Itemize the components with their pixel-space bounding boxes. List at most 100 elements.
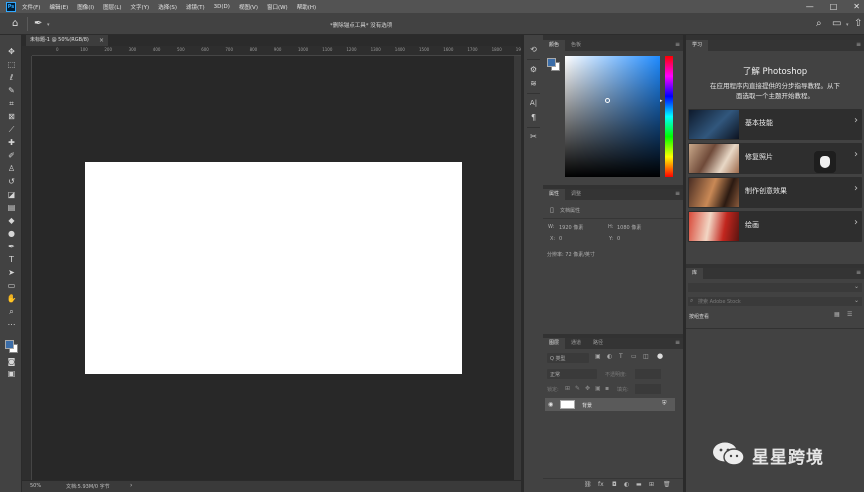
tab-swatches[interactable]: 色板: [565, 40, 587, 51]
hue-slider[interactable]: [665, 56, 673, 177]
menu-window[interactable]: 窗口(W): [267, 3, 288, 11]
filter-adjustment-icon[interactable]: ◐: [607, 353, 612, 360]
screen-mode-icon[interactable]: ▣: [6, 369, 17, 379]
layer-row[interactable]: ◉ 背景 ⛨: [545, 398, 675, 411]
brushes-icon[interactable]: ≋: [528, 79, 539, 88]
chevron-right-icon[interactable]: ›: [130, 482, 132, 489]
tab-properties[interactable]: 属性: [543, 189, 566, 200]
color-picker-handle[interactable]: [605, 98, 610, 103]
gradient-tool-icon[interactable]: ▤: [6, 203, 17, 213]
library-dropdown[interactable]: ⌄: [688, 283, 862, 292]
blend-mode-dropdown[interactable]: 正常: [547, 369, 597, 379]
grid-view-icon[interactable]: ▦: [834, 311, 840, 318]
fx-icon[interactable]: fx: [598, 481, 604, 488]
menu-select[interactable]: 选择(S): [158, 3, 177, 11]
fill-input[interactable]: [635, 384, 661, 394]
color-field[interactable]: [565, 56, 660, 177]
filter-shape-icon[interactable]: ▭: [631, 353, 637, 360]
document-tab[interactable]: 未标题-1 @ 50%(RGB/8) ×: [26, 35, 108, 46]
photoshop-logo-icon[interactable]: Ps: [6, 1, 16, 12]
brush-tool-icon[interactable]: ✐: [6, 151, 17, 161]
crop-tool-icon[interactable]: ⌗: [6, 99, 17, 109]
lock-position-icon[interactable]: ✥: [585, 385, 590, 392]
hand-tool-icon[interactable]: ✋: [6, 294, 17, 304]
delete-anchor-tool-icon[interactable]: ✒: [34, 18, 42, 29]
document-info[interactable]: 文档:5.93M/0 字节: [66, 483, 110, 490]
minimize-icon[interactable]: —: [806, 2, 814, 11]
menu-type[interactable]: 文字(Y): [131, 3, 150, 11]
paragraph-icon[interactable]: ¶: [528, 113, 539, 122]
marquee-tool-icon[interactable]: ⬚: [6, 60, 17, 70]
vertical-scrollbar[interactable]: [514, 56, 521, 480]
history-brush-tool-icon[interactable]: ↺: [6, 177, 17, 187]
brush-settings-icon[interactable]: ⚙: [528, 65, 539, 74]
menu-layer[interactable]: 图层(L): [103, 3, 121, 11]
menu-3d[interactable]: 3D(D): [214, 4, 230, 10]
menu-file[interactable]: 文件(F): [22, 3, 40, 11]
new-layer-icon[interactable]: ⊞: [649, 481, 654, 488]
maximize-icon[interactable]: □: [830, 2, 838, 11]
link-layers-icon[interactable]: ⛓: [584, 481, 592, 488]
dodge-tool-icon[interactable]: ●: [6, 229, 17, 239]
lasso-tool-icon[interactable]: ℓ: [6, 73, 17, 83]
opacity-input[interactable]: [635, 369, 661, 379]
learn-item-basic-skills[interactable]: 基本技能 ›: [688, 109, 862, 140]
blur-tool-icon[interactable]: ◆: [6, 216, 17, 226]
panel-menu-icon[interactable]: ≡: [856, 41, 861, 48]
eye-icon[interactable]: ◉: [548, 401, 553, 408]
shape-tool-icon[interactable]: ▭: [6, 281, 17, 291]
document-canvas[interactable]: [85, 162, 462, 374]
list-view-icon[interactable]: ☰: [847, 311, 852, 318]
lock-artboard-icon[interactable]: ▣: [595, 385, 601, 392]
x-value[interactable]: 0: [559, 236, 562, 242]
eyedropper-tool-icon[interactable]: ⟋: [6, 125, 17, 135]
panel-menu-icon[interactable]: ≡: [675, 339, 680, 346]
eraser-tool-icon[interactable]: ◪: [6, 190, 17, 200]
tab-learn[interactable]: 学习: [686, 40, 709, 51]
learn-item-painting[interactable]: 绘画 ›: [688, 211, 862, 242]
frame-tool-icon[interactable]: ⊠: [6, 112, 17, 122]
adjustment-layer-icon[interactable]: ◐: [624, 481, 629, 488]
tab-adjustments[interactable]: 调整: [565, 189, 587, 200]
filter-smart-object-icon[interactable]: ◫: [643, 353, 649, 360]
library-view-filter[interactable]: 按组查看: [689, 313, 709, 320]
search-icon[interactable]: ⌕: [816, 18, 822, 29]
move-tool-icon[interactable]: ✥: [6, 47, 17, 57]
filter-toggle-icon[interactable]: ●: [657, 352, 663, 360]
type-tool-icon[interactable]: T: [6, 255, 17, 265]
layer-filter-dropdown[interactable]: Q 类型: [547, 353, 589, 363]
tab-layers[interactable]: 图层: [543, 338, 566, 349]
panel-menu-icon[interactable]: ≡: [675, 190, 680, 197]
foreground-color-swatch[interactable]: [547, 58, 556, 67]
width-value[interactable]: 1920 像素: [559, 224, 583, 231]
tab-paths[interactable]: 路径: [587, 338, 609, 349]
clone-stamp-tool-icon[interactable]: ♙: [6, 164, 17, 174]
zoom-tool-icon[interactable]: ⌕: [6, 307, 17, 317]
panel-menu-icon[interactable]: ≡: [856, 269, 861, 276]
chevron-down-icon[interactable]: ▾: [47, 22, 50, 28]
hover-cursor-button[interactable]: [814, 151, 836, 173]
chevron-down-icon[interactable]: ▾: [846, 22, 849, 28]
layer-name[interactable]: 背景: [582, 402, 592, 409]
menu-filter[interactable]: 滤镜(T): [186, 3, 205, 11]
lock-icon[interactable]: ⛨: [662, 400, 667, 408]
hue-slider-handle[interactable]: ▸: [660, 98, 663, 104]
lock-all-icon[interactable]: ▪: [605, 385, 609, 392]
panel-menu-icon[interactable]: ≡: [675, 41, 680, 48]
more-tools-icon[interactable]: ⋯: [6, 320, 17, 330]
close-tab-icon[interactable]: ×: [99, 35, 104, 46]
height-value[interactable]: 1080 像素: [617, 224, 641, 231]
delete-layer-icon[interactable]: 🗑: [663, 481, 671, 488]
tab-color[interactable]: 颜色: [543, 40, 566, 51]
history-icon[interactable]: ⟲: [528, 45, 539, 54]
character-icon[interactable]: A|: [528, 99, 539, 107]
lock-image-icon[interactable]: ✎: [575, 385, 580, 392]
y-value[interactable]: 0: [617, 236, 620, 242]
filter-type-icon[interactable]: T: [619, 353, 623, 360]
pen-tool-icon[interactable]: ✒: [6, 242, 17, 252]
healing-brush-tool-icon[interactable]: ✚: [6, 138, 17, 148]
zoom-level[interactable]: 50%: [30, 483, 41, 489]
quick-select-tool-icon[interactable]: ✎: [6, 86, 17, 96]
ruler-origin[interactable]: [22, 46, 32, 56]
tool-presets-icon[interactable]: ✂: [528, 132, 539, 141]
